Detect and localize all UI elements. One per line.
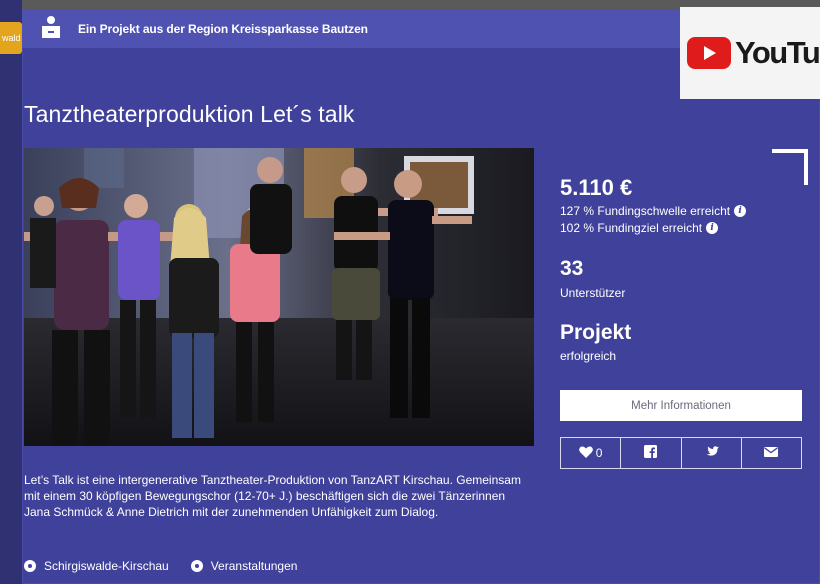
- project-title: Tanztheaterproduktion Let´s talk: [24, 101, 355, 127]
- heart-icon: [578, 446, 593, 461]
- supporters-count: 33: [560, 257, 584, 280]
- dance-rehearsal-image: [24, 148, 534, 446]
- like-count: 0: [595, 446, 603, 460]
- category-tag-label: Veranstaltungen: [210, 559, 298, 573]
- twitter-icon: [704, 445, 719, 461]
- background-left-strip: [0, 0, 22, 584]
- project-tags: Schirgiswalde-Kirschau Veranstaltungen: [24, 559, 297, 573]
- region-header: Ein Projekt aus der Region Kreissparkass…: [22, 10, 682, 48]
- facebook-icon: [644, 445, 658, 461]
- email-icon: [764, 446, 779, 460]
- status-title: Projekt: [560, 321, 632, 344]
- location-tag-label: Schirgiswalde-Kirschau: [44, 559, 169, 573]
- sparkasse-logo-icon: [40, 15, 62, 43]
- funding-threshold-line: 127 % Fundingschwelle erreicht i: [560, 204, 747, 218]
- more-info-button[interactable]: Mehr Informationen: [560, 390, 802, 421]
- funding-threshold-text: 127 % Fundingschwelle erreicht: [560, 204, 731, 218]
- funding-goal-line: 102 % Fundingziel erreicht i: [560, 221, 719, 235]
- youtube-play-icon: [687, 37, 731, 69]
- funding-goal-text: 102 % Fundingziel erreicht: [560, 221, 703, 235]
- edge-tab[interactable]: wald: [0, 22, 22, 54]
- share-bar: 0: [560, 437, 802, 469]
- category-tag[interactable]: Veranstaltungen: [190, 559, 298, 573]
- like-button[interactable]: 0: [561, 438, 622, 468]
- status-value: erfolgreich: [560, 349, 617, 363]
- funding-amount: 5.110 €: [560, 175, 633, 200]
- project-description: Let’s Talk ist eine intergenerative Tanz…: [24, 473, 521, 519]
- category-pin-icon: [190, 560, 203, 572]
- info-icon[interactable]: i: [734, 205, 747, 217]
- twitter-share-button[interactable]: [682, 438, 742, 468]
- email-share-button[interactable]: [742, 438, 801, 468]
- corner-bracket-icon: [772, 149, 808, 185]
- facebook-share-button[interactable]: [621, 438, 682, 468]
- region-text: Ein Projekt aus der Region Kreissparkass…: [78, 22, 368, 36]
- youtube-wordmark: YouTube: [735, 35, 820, 70]
- location-tag[interactable]: Schirgiswalde-Kirschau: [24, 559, 169, 573]
- location-pin-icon: [24, 560, 36, 572]
- info-icon[interactable]: i: [706, 222, 719, 234]
- supporters-label: Unterstützer: [560, 286, 626, 300]
- project-photo[interactable]: [24, 148, 534, 446]
- youtube-badge[interactable]: YouTube: [680, 7, 820, 99]
